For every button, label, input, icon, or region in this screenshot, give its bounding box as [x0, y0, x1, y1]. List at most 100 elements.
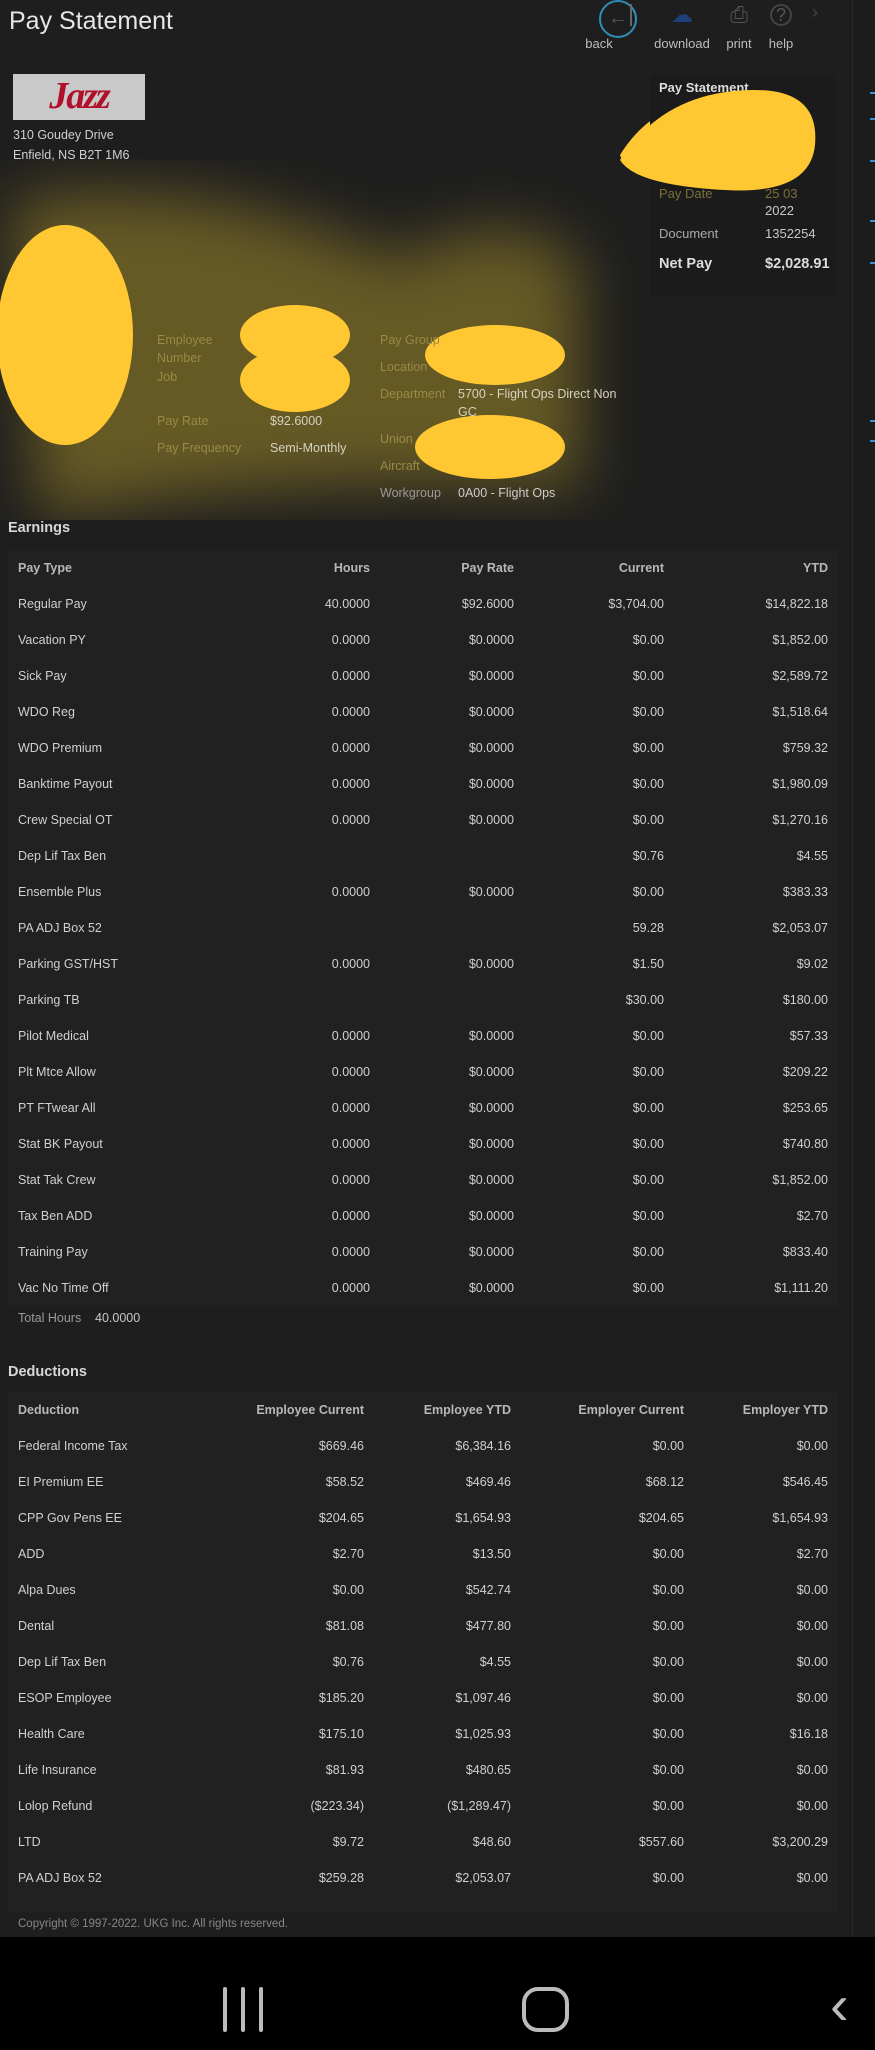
table-cell: 0.0000: [331, 1281, 370, 1295]
table-cell: Life Insurance: [18, 1763, 97, 1777]
table-cell: $4.55: [796, 849, 828, 863]
back-button[interactable]: back: [585, 36, 612, 51]
table-cell: $30.00: [625, 993, 664, 1007]
table-cell: Stat Tak Crew: [18, 1173, 96, 1187]
table-row: EI Premium EE $58.52 $469.46 $68.12 $546.45: [8, 1464, 838, 1500]
table-cell: 0.0000: [331, 1029, 370, 1043]
table-cell: $1,852.00: [772, 1173, 828, 1187]
side-link[interactable]: [870, 160, 875, 162]
table-cell: $0.0000: [468, 1245, 514, 1259]
side-link[interactable]: [870, 92, 875, 94]
table-cell: $0.00: [652, 1727, 684, 1741]
table-cell: $0.00: [632, 1029, 664, 1043]
table-row: Sick Pay 0.0000 $0.0000 $0.00 $2,589.72: [8, 658, 838, 694]
job-label: Job: [157, 370, 178, 384]
document-label: Document: [659, 226, 719, 241]
download-button[interactable]: download: [654, 36, 710, 51]
table-row: Vacation PY 0.0000 $0.0000 $0.00 $1,852.00: [8, 622, 838, 658]
employee-number-label-2: Number: [157, 351, 202, 365]
table-cell: $0.0000: [468, 669, 514, 683]
table-cell: $0.00: [632, 1137, 664, 1151]
table-cell: $209.22: [782, 1065, 828, 1079]
side-link[interactable]: [870, 220, 875, 222]
table-cell: $0.0000: [468, 705, 514, 719]
table-cell: $1,270.16: [772, 813, 828, 827]
table-cell: $92.6000: [461, 597, 514, 611]
company-logo: Jazz: [13, 74, 145, 120]
column-header: Pay Type: [18, 561, 72, 575]
recents-icon[interactable]: [223, 1987, 263, 2032]
table-cell: $14,822.18: [765, 597, 828, 611]
table-cell: $6,384.16: [455, 1439, 511, 1453]
table-cell: Dental: [18, 1619, 55, 1633]
print-button[interactable]: print: [726, 36, 751, 51]
table-cell: $2.70: [796, 1547, 828, 1561]
help-button[interactable]: help: [769, 36, 794, 51]
pay-frequency-label: Pay Frequency: [157, 441, 242, 455]
table-cell: 0.0000: [331, 633, 370, 647]
help-icon[interactable]: ?: [770, 4, 792, 26]
table-header-row: Deduction Employee Current Employee YTD Emp…: [8, 1392, 838, 1428]
department-value-2: GC: [458, 405, 477, 419]
table-cell: $253.65: [782, 1101, 828, 1115]
side-link[interactable]: [870, 262, 875, 264]
table-cell: 0.0000: [331, 1101, 370, 1115]
table-cell: $1,518.64: [772, 705, 828, 719]
table-cell: $1.50: [632, 957, 664, 971]
pay-rate-label: Pay Rate: [157, 414, 209, 428]
table-cell: Parking TB: [18, 993, 80, 1007]
back-chevron-icon[interactable]: ‹: [830, 1977, 849, 2033]
table-row: Regular Pay 40.0000 $92.6000 $3,704.00 $14,8…: [8, 586, 838, 622]
table-cell: Health Care: [18, 1727, 85, 1741]
table-cell: 59.28: [632, 921, 664, 935]
table-cell: $9.72: [332, 1835, 364, 1849]
toolbar-divider: [630, 4, 632, 26]
table-cell: $0.00: [632, 1065, 664, 1079]
table-cell: 0.0000: [331, 1065, 370, 1079]
table-cell: $0.0000: [468, 1281, 514, 1295]
table-cell: $0.0000: [468, 1065, 514, 1079]
table-cell: $1,025.93: [455, 1727, 511, 1741]
table-cell: $0.00: [632, 669, 664, 683]
total-hours-label: Total Hours: [18, 1311, 82, 1325]
table-cell: $2,053.07: [772, 921, 828, 935]
pay-date-year: 2022: [765, 203, 794, 218]
table-cell: Crew Special OT: [18, 813, 113, 827]
table-cell: $2,589.72: [772, 669, 828, 683]
table-cell: 0.0000: [331, 1137, 370, 1151]
column-header: Employer Current: [578, 1403, 684, 1417]
table-cell: $480.65: [465, 1763, 511, 1777]
home-icon[interactable]: [522, 1987, 569, 2032]
column-header: Employee YTD: [423, 1403, 511, 1417]
pay-frequency-value: Semi-Monthly: [270, 441, 347, 455]
table-row: Ensemble Plus 0.0000 $0.0000 $0.00 $383.33: [8, 874, 838, 910]
table-row: PA ADJ Box 52 59.28 $2,053.07: [8, 910, 838, 946]
table-cell: $0.00: [632, 813, 664, 827]
table-row: Life Insurance $81.93 $480.65 $0.00 $0.00: [8, 1752, 838, 1788]
table-cell: $542.74: [465, 1583, 511, 1597]
table-cell: $4.55: [479, 1655, 511, 1669]
table-cell: Ensemble Plus: [18, 885, 102, 899]
table-row: Health Care $175.10 $1,025.93 $0.00 $16.18: [8, 1716, 838, 1752]
table-cell: $0.00: [632, 1281, 664, 1295]
table-cell: 0.0000: [331, 705, 370, 719]
table-cell: $0.00: [796, 1871, 828, 1885]
table-row: Stat Tak Crew 0.0000 $0.0000 $0.00 $1,852.00: [8, 1162, 838, 1198]
side-link[interactable]: [870, 440, 875, 442]
table-cell: $0.0000: [468, 1029, 514, 1043]
table-cell: $0.0000: [468, 1137, 514, 1151]
table-cell: $68.12: [645, 1475, 684, 1489]
side-link[interactable]: [870, 420, 875, 422]
table-cell: $0.00: [632, 1209, 664, 1223]
table-cell: Dep Lif Tax Ben: [18, 1655, 107, 1669]
side-link[interactable]: [870, 118, 875, 120]
net-pay-label: Net Pay: [659, 256, 713, 272]
union-label: Union: [380, 432, 413, 446]
chevron-right-icon[interactable]: ›: [812, 2, 818, 23]
printer-icon[interactable]: ⎙: [730, 2, 748, 28]
table-cell: Stat BK Payout: [18, 1137, 103, 1151]
table-cell: $759.32: [782, 741, 828, 755]
table-cell: $48.60: [472, 1835, 511, 1849]
download-icon[interactable]: ☁: [671, 2, 693, 28]
table-cell: Alpa Dues: [18, 1583, 76, 1597]
